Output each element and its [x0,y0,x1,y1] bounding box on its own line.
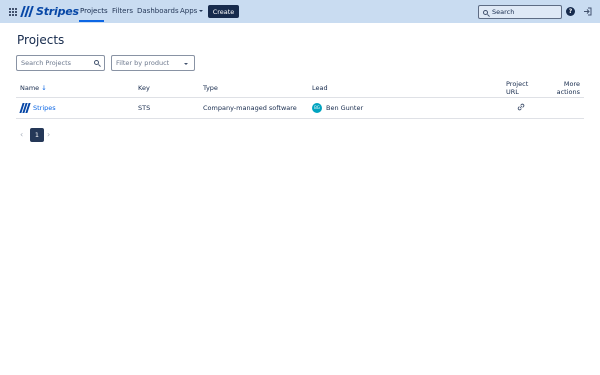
nav-apps[interactable]: Apps [180,7,204,15]
top-navigation-bar: Stripes Projects Filters Dashboards Apps… [0,0,600,23]
column-header-lead: Lead [312,84,328,92]
search-projects-placeholder: Search Projects [21,59,72,67]
nav-projects[interactable]: Projects [80,7,108,15]
project-type: Company-managed software [203,104,297,112]
column-header-key: Key [138,84,150,92]
caret-down-icon [199,10,204,12]
stripes-logo[interactable]: Stripes [20,5,79,18]
pagination-prev-button[interactable]: ‹ [20,130,23,139]
project-key: STS [138,104,151,112]
nav-apps-label: Apps [180,7,198,15]
filter-by-product-select[interactable]: Filter by product [111,55,195,71]
page-title: Projects [17,33,65,47]
chevron-down-icon [184,63,188,65]
column-header-type: Type [203,84,218,92]
column-header-name-label: Name [20,84,40,92]
nav-dashboards[interactable]: Dashboards [137,7,179,15]
search-icon [94,60,99,65]
search-icon [483,9,488,15]
column-header-project-url-line1: Project [506,80,529,88]
create-button[interactable]: Create [208,5,239,18]
logo-text: Stripes [36,5,79,18]
search-projects-input[interactable]: Search Projects [16,55,105,71]
table-header-divider [16,97,584,98]
pagination-next-button[interactable]: › [47,130,50,139]
project-avatar-icon [19,103,31,113]
table-row-divider [16,118,584,119]
filter-by-product-placeholder: Filter by product [116,59,170,67]
global-search-input[interactable]: Search [478,5,562,19]
stripes-logo-mark-icon [20,6,34,17]
active-nav-indicator [79,20,104,22]
logout-icon[interactable] [583,7,592,16]
project-lead-name[interactable]: Ben Gunter [326,104,363,112]
app-switcher-icon[interactable] [9,8,17,16]
nav-filters[interactable]: Filters [112,7,133,15]
avatar: BG [312,103,322,113]
project-name-link[interactable]: Stripes [33,104,56,112]
link-icon[interactable] [517,103,525,111]
column-header-name[interactable]: Name ↓ [20,84,47,92]
help-icon[interactable]: ? [566,7,575,16]
sort-descending-icon: ↓ [41,84,47,92]
pagination-page-1[interactable]: 1 [30,128,44,142]
column-header-project-url-line2: URL [506,88,519,96]
column-header-more-actions-line2: actions [556,88,580,96]
global-search-placeholder: Search [492,8,515,16]
column-header-more-actions-line1: More [563,80,580,88]
